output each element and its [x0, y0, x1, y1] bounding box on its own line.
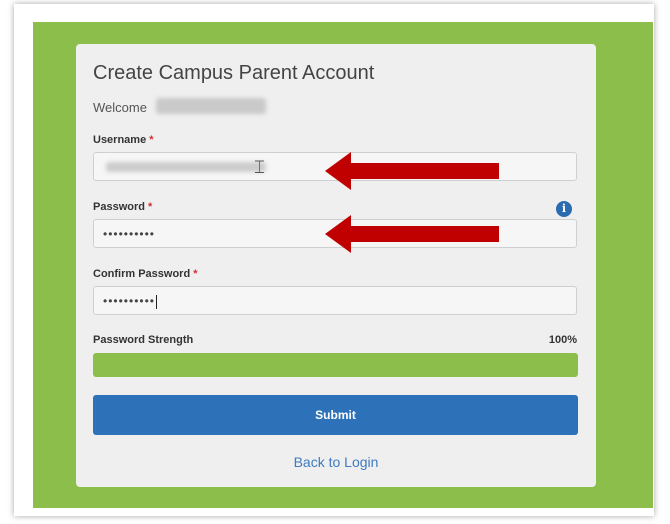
username-label: Username * [93, 134, 153, 146]
required-marker: * [147, 201, 153, 213]
confirm-password-input[interactable]: •••••••••• [93, 286, 577, 315]
password-strength-value: 100% [548, 334, 577, 346]
submit-button[interactable]: Submit [93, 395, 578, 435]
welcome-label: Welcome [93, 100, 147, 115]
caret-icon [156, 294, 158, 309]
required-marker: * [193, 268, 198, 280]
red-arrow-icon [325, 152, 499, 190]
redacted-username [106, 162, 266, 172]
password-label: Password * [93, 201, 152, 213]
required-marker: * [149, 134, 154, 146]
password-label-text: Password [93, 201, 145, 213]
info-icon[interactable]: i [556, 201, 572, 217]
back-to-login-link[interactable]: Back to Login [76, 454, 596, 470]
account-card: Create Campus Parent Account Welcome Use… [76, 44, 596, 487]
password-strength-bar [93, 353, 578, 377]
red-arrow-icon [325, 215, 499, 253]
username-label-text: Username [93, 134, 147, 146]
password-strength-label: Password Strength [93, 334, 194, 346]
confirm-password-label: Confirm Password * [93, 268, 197, 280]
password-strength-fill [93, 353, 578, 377]
confirm-password-label-text: Confirm Password [93, 268, 191, 280]
text-cursor-icon: ⌶ [254, 157, 266, 177]
redacted-name [156, 98, 266, 114]
confirm-password-value: •••••••••• [103, 294, 156, 308]
page-title: Create Campus Parent Account [93, 62, 375, 84]
